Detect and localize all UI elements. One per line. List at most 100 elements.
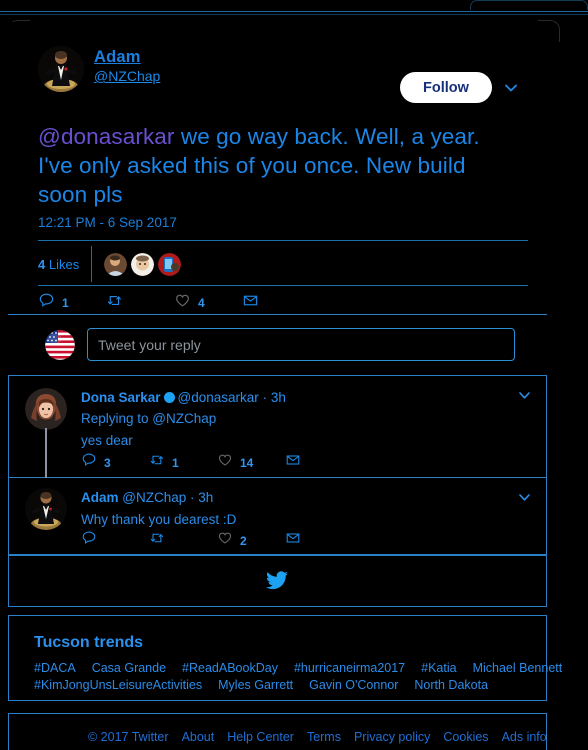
reply-action[interactable] (81, 530, 149, 551)
reply-body: Dona Sarkar @donasarkar · 3h Replying to … (81, 390, 501, 448)
direct-message-action[interactable] (242, 292, 259, 314)
liker-avatars (104, 252, 182, 276)
reply-text: yes dear (81, 433, 133, 448)
trend-item[interactable]: Michael Bennett (473, 661, 563, 675)
reply-card-dona-sarkar: Dona Sarkar @donasarkar · 3h Replying to … (8, 375, 547, 484)
likes-divider-top (38, 240, 528, 241)
reply-author-name[interactable]: Dona Sarkar (81, 390, 161, 405)
chevron-down-icon[interactable] (517, 388, 532, 403)
retweet-icon (149, 530, 165, 551)
reply-avatar[interactable] (25, 488, 67, 530)
reply-action-bar: 2 (81, 530, 301, 551)
twitter-bird-logo[interactable] (266, 571, 288, 590)
like-action[interactable]: 4 (174, 292, 242, 314)
reply-input[interactable] (87, 328, 515, 361)
reply-separator: · (262, 390, 268, 405)
trend-item[interactable]: #ReadABookDay (182, 661, 278, 675)
trend-item[interactable]: Myles Garrett (218, 678, 293, 692)
like-count: 4 (198, 296, 205, 310)
chevron-down-icon[interactable] (503, 80, 519, 96)
likes-row: 4 Likes (38, 246, 182, 282)
like-action[interactable]: 2 (217, 530, 285, 551)
reply-avatar[interactable] (25, 388, 67, 430)
top-divider-secondary (0, 14, 588, 15)
reply-author-name[interactable]: Adam (81, 490, 119, 505)
reply-time[interactable]: 3h (271, 390, 286, 405)
tweet-timestamp[interactable]: 12:21 PM - 6 Sep 2017 (38, 215, 177, 230)
reply-author-handle[interactable]: @NZChap (122, 490, 186, 505)
direct-message-icon (285, 530, 301, 551)
footer-link-about[interactable]: About (182, 730, 215, 744)
liker-avatar[interactable] (158, 252, 182, 276)
follow-button[interactable]: Follow (400, 72, 492, 103)
like-action[interactable]: 14 (217, 452, 285, 473)
main-tweet-card: Adam @NZChap Follow @donasarkar we go wa… (8, 22, 547, 310)
footer-link-terms[interactable]: Terms (307, 730, 341, 744)
like-heart-icon (174, 292, 191, 314)
retweet-action[interactable] (149, 530, 217, 551)
footer-link-copyright: © 2017 Twitter (88, 730, 169, 744)
trend-item[interactable]: #Katia (421, 661, 456, 675)
reply-text: Why thank you dearest :D (81, 512, 237, 527)
chevron-down-icon[interactable] (517, 490, 532, 505)
footer-link-help-center[interactable]: Help Center (227, 730, 294, 744)
like-heart-icon (217, 452, 233, 473)
footer-link-cookies[interactable]: Cookies (443, 730, 488, 744)
author-handle[interactable]: @NZChap (94, 68, 160, 84)
trends-title: Tucson trends (34, 634, 144, 651)
tweet-text: @donasarkar we go way back. Well, a year… (38, 122, 518, 209)
reply-icon (38, 292, 55, 314)
verified-badge-icon (163, 392, 175, 403)
reply-count: 1 (62, 296, 69, 310)
reply-action-bar: 3 1 14 (81, 452, 301, 473)
retweet-action[interactable]: 1 (149, 452, 217, 473)
replying-to-label[interactable]: Replying to @NZChap (81, 411, 501, 426)
direct-message-action[interactable] (285, 530, 301, 551)
retweet-action[interactable] (106, 292, 174, 314)
footer-links: © 2017 Twitter About Help Center Terms P… (88, 730, 560, 744)
likes-divider-bottom (38, 285, 528, 286)
likes-label: Likes (48, 256, 80, 272)
trend-item[interactable]: Casa Grande (92, 661, 166, 675)
trend-item[interactable]: #KimJongUnsLeisureActivities (34, 678, 202, 692)
footer-link-ads-info[interactable]: Ads info (502, 730, 547, 744)
reply-meta: Adam @NZChap · 3h (81, 490, 501, 505)
reply-body: Adam @NZChap · 3h Why thank you dearest … (81, 490, 501, 527)
reply-count: 3 (104, 455, 111, 470)
likes-count: 4 (38, 256, 46, 272)
likes-summary[interactable]: 4 Likes (38, 257, 79, 272)
trend-item[interactable]: Gavin O'Connor (309, 678, 398, 692)
thread-connector-line (45, 428, 47, 484)
liker-avatar[interactable] (104, 252, 128, 276)
reply-meta: Dona Sarkar @donasarkar · 3h (81, 390, 501, 405)
trend-item[interactable]: #hurricaneirma2017 (294, 661, 405, 675)
direct-message-icon (285, 452, 301, 473)
footer-link-privacy-policy[interactable]: Privacy policy (354, 730, 430, 744)
reply-icon (81, 452, 97, 473)
reply-author-handle[interactable]: @donasarkar (178, 390, 259, 405)
like-heart-icon (217, 530, 233, 551)
trends-row-2: #KimJongUnsLeisureActivities Myles Garre… (34, 678, 504, 692)
tweet-mention-link[interactable]: @donasarkar (38, 124, 175, 149)
trend-item[interactable]: #DACA (34, 661, 76, 675)
like-count: 2 (240, 533, 247, 548)
direct-message-action[interactable] (285, 452, 301, 473)
reply-action[interactable]: 1 (38, 292, 106, 314)
browser-tab-remnant (470, 0, 588, 10)
twitter-mobile-page: Adam @NZChap Follow @donasarkar we go wa… (0, 0, 588, 750)
reply-action[interactable]: 3 (81, 452, 149, 473)
reply-compose-row (45, 328, 515, 361)
trends-row-1: #DACA Casa Grande #ReadABookDay #hurrica… (34, 661, 578, 675)
trend-item[interactable]: North Dakota (414, 678, 488, 692)
top-divider (0, 11, 588, 12)
liker-avatar[interactable] (131, 252, 155, 276)
reply-card-adam: Adam @NZChap · 3h Why thank you dearest … (8, 478, 547, 555)
author-avatar[interactable] (38, 46, 84, 92)
reply-time[interactable]: 3h (198, 490, 213, 505)
retweet-icon (149, 452, 165, 473)
like-count: 14 (240, 455, 254, 470)
author-display-name[interactable]: Adam (94, 48, 160, 67)
reply-separator: · (190, 490, 195, 505)
tweet-header: Adam @NZChap (38, 46, 160, 92)
usa-flag-avatar[interactable] (45, 329, 75, 360)
